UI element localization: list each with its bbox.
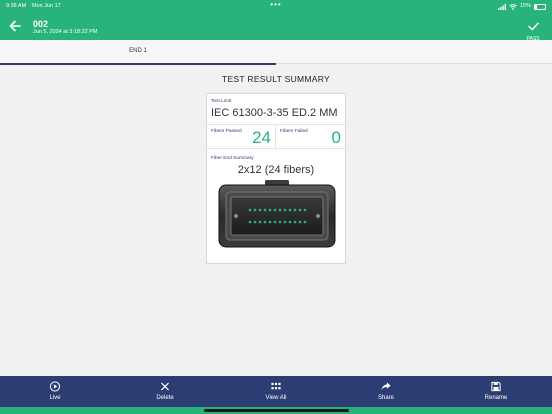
- fiber-dot: [258, 208, 262, 212]
- mpo-connector-image[interactable]: [217, 179, 337, 249]
- delete-label: Delete: [156, 395, 174, 401]
- fiber-dot: [298, 208, 302, 212]
- fiber-dot: [248, 220, 252, 224]
- status-right: 15%: [497, 2, 546, 11]
- fiber-dot: [253, 220, 257, 224]
- fiber-dot: [288, 220, 292, 224]
- fiber-dot: [278, 208, 282, 212]
- page-subtitle: Jun 5, 2024 at 3:18:22 PM: [33, 29, 98, 35]
- test-limit-caption: Test Limit: [211, 99, 232, 104]
- fibers-failed-caption: Fibers Failed: [280, 129, 308, 134]
- tab-bar: END 1: [0, 40, 552, 65]
- test-limit-section: Test Limit IEC 61300-3-35 ED.2 MM: [207, 94, 345, 125]
- battery-percent: 15%: [519, 3, 531, 9]
- live-label: Live: [49, 395, 61, 401]
- home-indicator[interactable]: [204, 409, 349, 412]
- fiber-end-summary-section: Fiber End Summary 2x12 (24 fibers): [207, 149, 345, 265]
- close-icon: [161, 382, 169, 391]
- view-all-button[interactable]: View All: [246, 376, 306, 407]
- delete-button[interactable]: Delete: [135, 376, 195, 407]
- fiber-end-caption: Fiber End Summary: [211, 156, 254, 161]
- fiber-counts-section: Fibers Passed 24 Fibers Failed 0: [207, 125, 345, 149]
- fiber-dot: [303, 220, 307, 224]
- bottom-toolbar: Live Delete View All Share Rename: [0, 376, 552, 407]
- tab-end-1[interactable]: END 1: [0, 40, 276, 65]
- fiber-dot: [278, 220, 282, 224]
- battery-icon: [534, 3, 546, 10]
- live-button[interactable]: Live: [25, 376, 85, 407]
- tab-label: END 1: [129, 48, 147, 54]
- fibers-failed-value: 0: [331, 128, 341, 147]
- status-bar: 9:38 AM Mon Jun 17 ••• 15%: [6, 1, 546, 11]
- view-all-label: View All: [265, 395, 287, 401]
- fiber-dot: [288, 208, 292, 212]
- fibers-failed-cell: Fibers Failed 0: [276, 125, 345, 149]
- fiber-dot: [263, 208, 267, 212]
- fiber-dot: [248, 208, 252, 212]
- fiber-dot: [303, 208, 307, 212]
- rename-label: Rename: [484, 395, 508, 401]
- fiber-dot: [263, 220, 267, 224]
- test-limit-value: IEC 61300-3-35 ED.2 MM: [211, 107, 338, 119]
- fiber-dot: [283, 208, 287, 212]
- fiber-dot: [268, 220, 272, 224]
- fiber-dot: [273, 220, 277, 224]
- status-date: Mon Jun 17: [32, 3, 61, 9]
- fiber-dot: [258, 220, 262, 224]
- status-time: 9:38 AM: [6, 3, 27, 9]
- arrow-left-icon[interactable]: [8, 19, 22, 33]
- tab-active-indicator: [0, 63, 276, 65]
- wifi-icon: [509, 3, 517, 10]
- share-button[interactable]: Share: [356, 376, 416, 407]
- fiber-dot: [298, 220, 302, 224]
- pass-button[interactable]: PASS: [525, 18, 541, 42]
- fiber-dot: [293, 208, 297, 212]
- fiber-dot: [268, 208, 272, 212]
- share-arrow-icon: [381, 382, 391, 391]
- play-circle-icon: [49, 381, 61, 392]
- result-summary-card: Test Limit IEC 61300-3-35 ED.2 MM Fibers…: [206, 93, 346, 264]
- fiber-dot: [293, 220, 297, 224]
- rename-button[interactable]: Rename: [466, 376, 526, 407]
- signal-icon: [497, 3, 506, 10]
- fibers-passed-value: 24: [252, 128, 271, 147]
- share-label: Share: [377, 395, 394, 401]
- fiber-end-value: 2x12 (24 fibers): [237, 164, 315, 176]
- fibers-passed-caption: Fibers Passed: [211, 129, 242, 134]
- fiber-dot: [253, 208, 257, 212]
- multitasking-dots[interactable]: •••: [270, 1, 281, 9]
- summary-title: TEST RESULT SUMMARY: [221, 74, 331, 84]
- grid-icon: [271, 382, 281, 390]
- fiber-dot: [273, 208, 277, 212]
- fiber-dot: [283, 220, 287, 224]
- page-title: 002: [33, 19, 49, 29]
- checkmark-icon: [527, 22, 539, 31]
- save-icon: [491, 381, 501, 392]
- fibers-passed-cell: Fibers Passed 24: [207, 125, 276, 149]
- header-bar: 9:38 AM Mon Jun 17 ••• 15% 002 Jun 5, 20…: [0, 0, 552, 42]
